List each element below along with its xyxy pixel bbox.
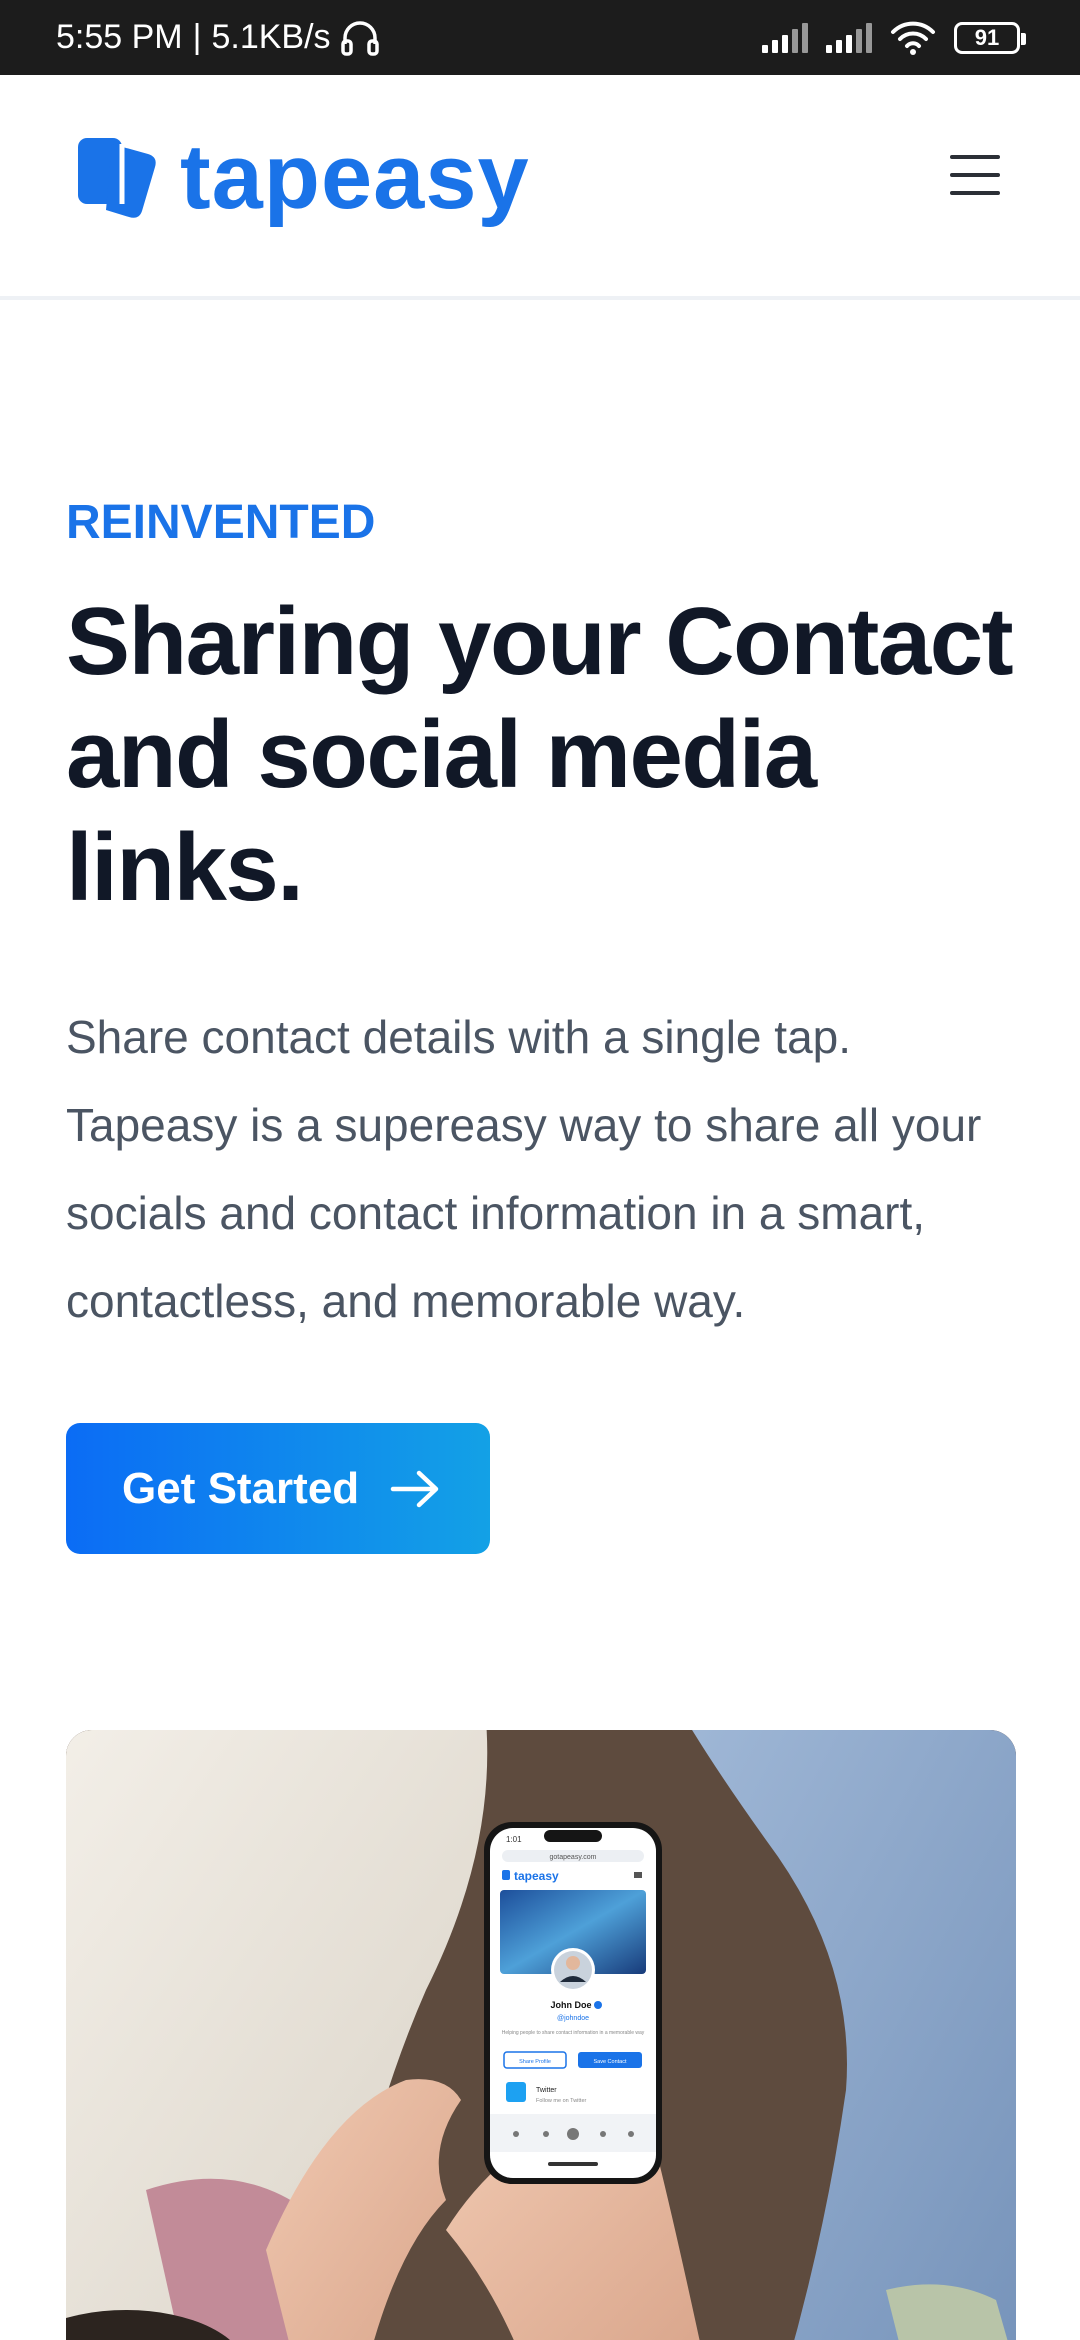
logo-text: tapeasy (180, 126, 530, 228)
status-separator: | (192, 18, 202, 56)
phone-url: gotapeasy.com (550, 1854, 597, 1861)
phone-brand: tapeasy (514, 1869, 559, 1883)
signal-icon (762, 22, 808, 53)
headphones-icon (340, 20, 379, 56)
menu-button[interactable] (950, 155, 1012, 195)
status-bar: 5:55 PM | 5.1KB/s 91 (0, 0, 1080, 75)
arrow-right-icon (390, 1470, 439, 1507)
hero-lead: Share contact details with a single tap.… (66, 1011, 982, 1327)
phone-share-button: Share Profile (519, 2059, 551, 2065)
phone-link-title: Twitter (536, 2087, 557, 2094)
signal-icon (826, 22, 872, 53)
phone-save-button: Save Contact (593, 2059, 626, 2065)
hamburger-icon (950, 155, 1000, 159)
network-speed: 5.1KB/s (211, 18, 331, 56)
status-right: 91 (762, 21, 1026, 55)
phone-profile-name: John Doe (550, 2000, 591, 2010)
phone-profile-bio: Helping people to share contact informat… (502, 2030, 645, 2036)
site-header: tapeasy (0, 75, 1080, 300)
logo[interactable]: tapeasy (76, 125, 530, 230)
tapeasy-logo-icon (78, 137, 156, 218)
hero-photo: 1:01 gotapeasy.com tapeasy John Doe @joh… (66, 1730, 1016, 2340)
wifi-icon (891, 21, 935, 55)
hero-image: 1:01 gotapeasy.com tapeasy John Doe @joh… (66, 1730, 1016, 2340)
hamburger-icon-line (950, 173, 1000, 177)
phone-profile-handle: @johndoe (557, 2015, 589, 2022)
hamburger-icon-line (950, 191, 1000, 195)
battery-level: 91 (974, 24, 1000, 50)
status-left: 5:55 PM | 5.1KB/s (56, 18, 379, 57)
get-started-label: Get Started (122, 1463, 360, 1513)
get-started-button[interactable]: Get Started (66, 1423, 490, 1554)
status-time: 5:55 PM (56, 18, 183, 56)
phone-mockup: 1:01 gotapeasy.com tapeasy John Doe @joh… (484, 1822, 662, 2184)
battery-icon: 91 (954, 21, 1026, 54)
phone-link-subtitle: Follow me on Twitter (536, 2098, 587, 2104)
phone-status-time: 1:01 (506, 1835, 522, 1844)
hero-eyebrow: REINVENTED (66, 496, 376, 549)
hero-headline: Sharing your Contact and social media li… (66, 588, 1014, 921)
